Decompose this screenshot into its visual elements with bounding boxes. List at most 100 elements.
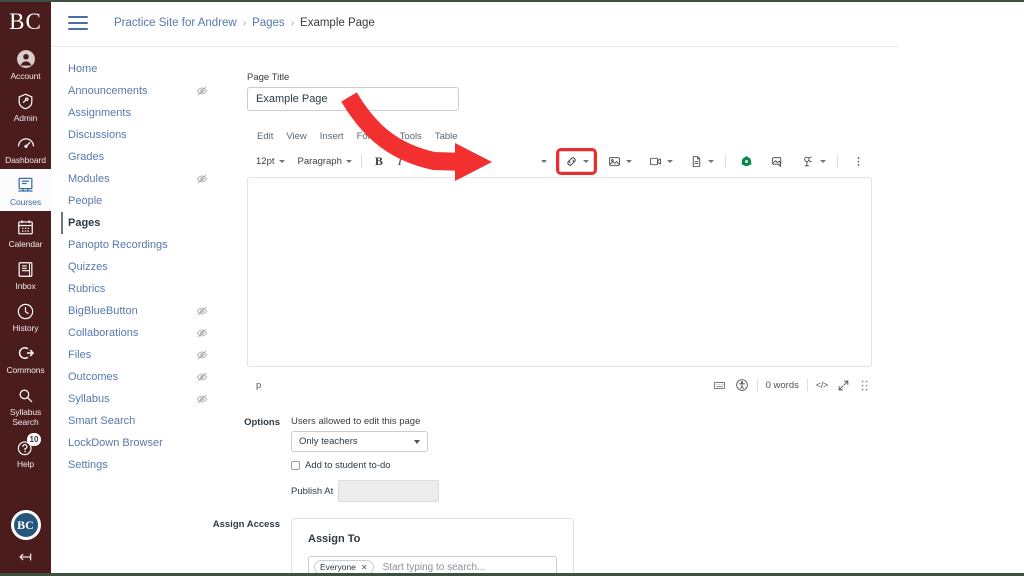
media-button[interactable] <box>645 151 676 171</box>
menu-format[interactable]: Format <box>357 131 387 142</box>
student-todo-row[interactable]: Add to student to-do <box>291 460 541 471</box>
course-nav-item-lockdown-browser[interactable]: LockDown Browser <box>68 432 199 454</box>
font-size-dropdown[interactable]: 12pt <box>253 151 288 171</box>
bold-button[interactable]: B <box>372 151 386 171</box>
collapse-left-icon[interactable]: ↤ <box>19 550 32 566</box>
chevron-down-icon <box>414 439 420 444</box>
course-nav-label: Rubrics <box>68 283 106 295</box>
menu-tools[interactable]: Tools <box>400 131 422 142</box>
breadcrumb-item-pages[interactable]: Pages <box>252 17 285 29</box>
kebab-menu-icon <box>851 154 866 169</box>
link-button[interactable] <box>555 147 597 175</box>
global-nav-item-account[interactable]: Account <box>0 43 51 85</box>
global-nav-item-commons[interactable]: Commons <box>0 337 51 379</box>
canvas-page: BC Account Admin Dashboard Courses Calen… <box>0 0 1024 576</box>
course-nav-item-files[interactable]: Files <box>68 344 207 366</box>
list-dropdown[interactable] <box>536 151 550 171</box>
assign-to-placeholder: Start typing to search... <box>382 561 486 573</box>
course-nav-label: BigBlueButton <box>68 305 138 317</box>
embed-image-button[interactable] <box>767 151 788 171</box>
chevron-down-icon <box>582 159 589 163</box>
search-icon <box>15 384 37 406</box>
course-nav-item-quizzes[interactable]: Quizzes <box>68 256 199 278</box>
course-nav-label: Home <box>68 63 98 75</box>
student-todo-label: Add to student to-do <box>305 460 391 471</box>
italic-label: I <box>397 153 402 168</box>
apps-button[interactable] <box>736 151 757 171</box>
editor-content-area[interactable] <box>247 177 872 367</box>
global-navigation: BC Account Admin Dashboard Courses Calen… <box>0 0 51 576</box>
edit-permission-value: Only teachers <box>299 436 358 447</box>
edit-permission-select[interactable]: Only teachers <box>291 431 428 452</box>
hamburger-menu-icon[interactable] <box>68 16 88 30</box>
underline-button[interactable]: U <box>414 151 428 171</box>
course-nav-label: Outcomes <box>68 371 119 383</box>
course-nav-item-people[interactable]: People <box>68 190 199 212</box>
shield-icon <box>15 90 37 112</box>
global-nav-item-calendar[interactable]: Calendar <box>0 211 51 253</box>
course-nav-item-syllabus[interactable]: Syllabus <box>68 388 207 410</box>
html-editor-toggle[interactable]: </> <box>816 380 828 390</box>
assign-to-title: Assign To <box>308 533 361 545</box>
global-nav-item-help[interactable]: 10 Help <box>0 431 51 473</box>
page-title-input[interactable] <box>247 87 459 111</box>
course-nav-item-settings[interactable]: Settings <box>68 454 199 476</box>
chevron-down-icon <box>819 159 826 163</box>
keyboard-icon[interactable] <box>713 378 727 392</box>
publish-at-row: Publish At <box>291 480 541 502</box>
course-nav-label: Quizzes <box>68 261 108 273</box>
block-format-value: Paragraph <box>297 155 342 167</box>
media-icon <box>648 154 663 169</box>
course-nav-item-home[interactable]: Home <box>68 58 199 80</box>
course-nav-item-panopto-recordings[interactable]: Panopto Recordings <box>68 234 199 256</box>
course-nav-item-rubrics[interactable]: Rubrics <box>68 278 199 300</box>
global-nav-item-inbox[interactable]: Inbox <box>0 253 51 295</box>
assignee-pill-label: Everyone <box>320 562 356 572</box>
italic-button[interactable]: I <box>395 151 405 171</box>
document-button[interactable] <box>686 151 717 171</box>
menu-insert[interactable]: Insert <box>320 131 344 142</box>
course-nav-item-modules[interactable]: Modules <box>68 168 207 190</box>
global-nav-item-syllabus-search[interactable]: Syllabus Search <box>0 379 51 431</box>
course-nav-item-grades[interactable]: Grades <box>68 146 199 168</box>
course-nav-item-collaborations[interactable]: Collaborations <box>68 322 207 344</box>
more-options-button[interactable] <box>848 151 869 171</box>
image-button[interactable] <box>604 151 635 171</box>
global-nav-label: Commons <box>6 365 45 375</box>
avatar[interactable]: BC <box>10 510 41 540</box>
global-nav-item-dashboard[interactable]: Dashboard <box>0 127 51 169</box>
text-color-label: A <box>441 154 449 165</box>
assign-access-section: Assign Access Assign To Everyone ✕ Start… <box>199 518 1024 576</box>
align-icon <box>475 154 490 169</box>
course-nav-label: Assignments <box>68 107 131 119</box>
global-nav-item-admin[interactable]: Admin <box>0 85 51 127</box>
student-todo-checkbox[interactable] <box>291 461 300 470</box>
block-format-dropdown[interactable]: Paragraph <box>295 151 355 171</box>
global-nav-item-courses[interactable]: Courses <box>0 169 51 211</box>
course-nav-label: Modules <box>68 173 110 185</box>
plugin-button[interactable] <box>798 151 829 171</box>
breadcrumb-item-course[interactable]: Practice Site for Andrew <box>114 17 237 29</box>
course-nav-item-smart-search[interactable]: Smart Search <box>68 410 199 432</box>
course-nav-item-outcomes[interactable]: Outcomes <box>68 366 207 388</box>
publish-at-input[interactable] <box>338 480 440 502</box>
chevron-down-icon <box>707 159 714 163</box>
course-nav-item-bigbluebutton[interactable]: BigBlueButton <box>68 300 207 322</box>
text-color-button[interactable]: A <box>437 151 453 171</box>
status-divider <box>756 379 758 391</box>
menu-edit[interactable]: Edit <box>257 131 273 142</box>
user-circle-icon <box>15 48 37 70</box>
accessibility-icon[interactable] <box>735 378 749 392</box>
fullscreen-icon[interactable] <box>836 378 850 392</box>
menu-table[interactable]: Table <box>435 131 458 142</box>
menu-view[interactable]: View <box>286 131 306 142</box>
course-nav-item-assignments[interactable]: Assignments <box>68 102 199 124</box>
top-edge-strip <box>0 0 1024 2</box>
course-nav-item-discussions[interactable]: Discussions <box>68 124 199 146</box>
help-badge-count: 10 <box>27 433 41 446</box>
global-nav-item-history[interactable]: History <box>0 295 51 337</box>
course-nav-item-pages[interactable]: Pages <box>61 212 199 234</box>
course-nav-item-announcements[interactable]: Announcements <box>68 80 207 102</box>
resize-handle-icon[interactable] <box>858 378 872 392</box>
close-icon[interactable]: ✕ <box>361 563 368 572</box>
